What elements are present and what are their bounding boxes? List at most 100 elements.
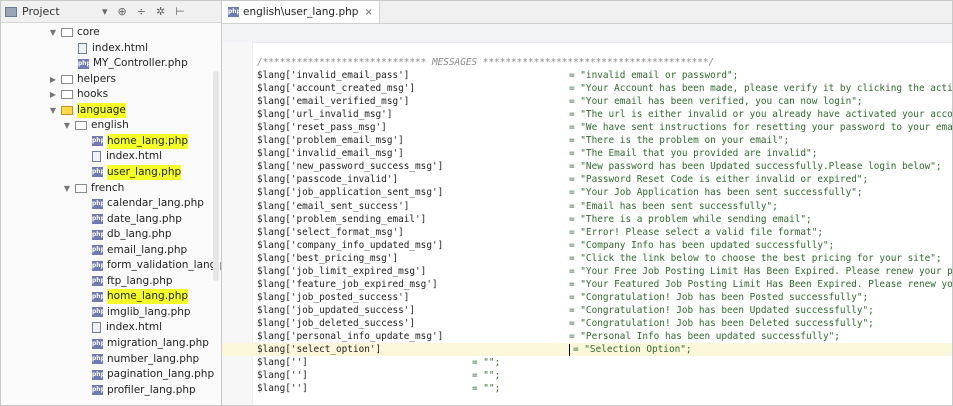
tree-item[interactable]: index.html xyxy=(92,320,162,335)
comment-line: /***************************** MESSAGES … xyxy=(257,57,715,68)
tree-item[interactable]: ▶ hooks xyxy=(48,87,108,102)
code-line[interactable]: $lang['new_password_success_msg'] = "New … xyxy=(257,160,952,173)
code-line[interactable]: $lang['email_sent_success'] = "Email has … xyxy=(257,200,952,213)
code-line[interactable]: $lang['company_info_updated_msg'] = "Comp… xyxy=(257,239,952,252)
lang-key: $lang['invalid_email_pass'] xyxy=(257,70,410,81)
code-line[interactable]: $lang[''] = ""; xyxy=(257,382,952,395)
chevron-down-icon[interactable]: ▼ xyxy=(62,118,72,133)
lang-key: $lang['problem_email_msg'] xyxy=(257,135,404,147)
project-title[interactable]: Project xyxy=(22,5,92,18)
tab-user-lang[interactable]: php english\user_lang.php × xyxy=(222,1,380,23)
sync-icon[interactable]: ⊕ xyxy=(118,5,127,18)
tree-item[interactable]: index.html xyxy=(92,149,162,164)
tree-item[interactable]: ▼ french xyxy=(62,181,124,196)
tree-item[interactable]: php ftp_lang.php xyxy=(92,274,173,289)
chevron-down-icon[interactable]: ▼ xyxy=(62,181,72,196)
code-line[interactable]: $lang['best_pricing_msg'] = "Click the li… xyxy=(257,252,952,265)
lang-value: = "Your Account has been made, please ve… xyxy=(569,83,953,95)
code-line[interactable]: $lang[''] = ""; xyxy=(257,356,952,369)
lang-key: $lang['passcode_invalid'] xyxy=(257,174,399,186)
code-line[interactable]: $lang['job_deleted_success'] = "Congratul… xyxy=(257,317,952,330)
tree-item[interactable]: php migration_lang.php xyxy=(92,336,209,351)
tree-item[interactable]: php user_lang.php xyxy=(92,164,182,180)
lang-key: $lang['select_format_msg'] xyxy=(257,226,404,238)
lang-key: $lang[''] xyxy=(257,370,308,382)
close-icon[interactable]: × xyxy=(364,7,372,18)
chevron-down-icon[interactable]: ▼ xyxy=(48,25,58,40)
project-scrollbar[interactable] xyxy=(213,71,219,281)
collapse-icon[interactable]: ÷ xyxy=(137,5,146,18)
php-file-icon: php xyxy=(92,245,105,256)
lang-key: $lang['email_verified_msg'] xyxy=(257,96,410,108)
code-line[interactable]: $lang['email_verified_msg'] = "Your email… xyxy=(257,95,952,108)
lang-value: = "Selection Option"; xyxy=(573,344,692,356)
code-line[interactable]: $lang['select_option'] = "Selection Optio… xyxy=(222,343,952,357)
code-line[interactable]: $lang['job_limit_expired_msg'] = "Your Fr… xyxy=(257,265,952,278)
lang-key: $lang['job_updated_success'] xyxy=(257,304,416,316)
lang-value: = "invalid email or password"; xyxy=(569,70,739,81)
chevron-right-icon[interactable]: ▶ xyxy=(48,72,58,87)
tree-item[interactable]: php home_lang.php xyxy=(92,133,189,149)
code-line[interactable]: $lang['url_invalid_msg'] = "The url is ei… xyxy=(257,108,952,121)
tree-item-label: ftp_lang.php xyxy=(107,274,173,287)
tree-item[interactable]: php number_lang.php xyxy=(92,352,199,367)
php-file-icon: php xyxy=(92,198,105,209)
tree-item[interactable]: php email_lang.php xyxy=(92,243,187,258)
lang-value: = ""; xyxy=(472,383,501,395)
code-line[interactable]: $lang['feature_job_expired_msg'] = "Your … xyxy=(257,278,952,291)
chevron-right-icon[interactable]: ▶ xyxy=(48,87,58,102)
code-line[interactable]: $lang['invalid_email_pass'] = "invalid em… xyxy=(257,69,952,82)
lang-value: = ""; xyxy=(472,357,501,369)
tree-item[interactable]: php db_lang.php xyxy=(92,227,172,242)
code-line[interactable]: $lang['account_created_msg'] = "Your Acco… xyxy=(257,82,953,95)
tree-item[interactable]: php MY_Controller.php xyxy=(78,56,188,71)
code-line[interactable]: $lang['problem_email_msg'] = "There is th… xyxy=(257,134,952,147)
lang-key: $lang['feature_job_expired_msg'] xyxy=(257,278,438,290)
tree-item[interactable]: ▼ language xyxy=(48,102,126,118)
tree-item-label: migration_lang.php xyxy=(107,337,209,349)
code-line[interactable]: $lang['invalid_email_msg'] = "The Email t… xyxy=(257,147,952,160)
lang-key: $lang[''] xyxy=(257,357,308,369)
lang-value: = "Click the link below to choose the be… xyxy=(569,252,942,264)
tree-item[interactable]: phpform_validation_lang.php xyxy=(92,258,221,273)
tree-item[interactable]: ▼ core xyxy=(48,25,100,40)
code-line[interactable]: $lang['personal_info_update_msg'] = "Pers… xyxy=(257,330,952,343)
code-line[interactable]: $lang['passcode_invalid'] = "Password Res… xyxy=(257,173,952,186)
lang-value: = "Error! Please select a valid file for… xyxy=(569,226,823,238)
lang-key: $lang['account_created_msg'] xyxy=(257,83,416,95)
code-line[interactable]: $lang['problem_sending_email'] = "There i… xyxy=(257,213,952,226)
tree-item[interactable]: index.html xyxy=(78,41,148,56)
settings-icon[interactable]: ✲ xyxy=(156,5,165,18)
tree-item[interactable]: ▶ helpers xyxy=(48,72,116,87)
lang-key: $lang['new_password_success_msg'] xyxy=(257,161,444,173)
code-line[interactable]: $lang['job_application_sent_msg'] = "Your… xyxy=(257,186,952,199)
code-line[interactable]: $lang[''] = ""; xyxy=(257,369,952,382)
chevron-down-icon[interactable]: ▼ xyxy=(48,103,58,118)
tree-item[interactable]: php profiler_lang.php xyxy=(92,383,196,398)
text-caret xyxy=(569,343,570,356)
php-file-icon: php xyxy=(92,307,105,318)
tree-item-label: db_lang.php xyxy=(107,228,172,241)
lang-key: $lang['url_invalid_msg'] xyxy=(257,109,393,121)
tab-label: english\user_lang.php xyxy=(243,6,359,18)
tree-item[interactable]: php home_lang.php xyxy=(92,289,189,305)
tree-item[interactable]: php pagination_lang.php xyxy=(92,367,214,382)
code-line[interactable]: $lang['job_updated_success'] = "Congratul… xyxy=(257,304,952,317)
tree-item[interactable]: php date_lang.php xyxy=(92,212,182,227)
lang-value: = "There is a problem while sending emai… xyxy=(569,213,812,225)
code-line[interactable]: $lang['reset_pass_msg'] = "We have sent i… xyxy=(257,121,952,134)
php-file-icon: php xyxy=(92,338,105,349)
folder-icon xyxy=(61,28,73,37)
code-line[interactable]: $lang['select_format_msg'] = "Error! Plea… xyxy=(257,226,952,239)
hide-icon[interactable]: ⊢ xyxy=(175,5,185,18)
lang-key: $lang['problem_sending_email'] xyxy=(257,213,427,225)
tree-item-label: MY_Controller.php xyxy=(93,57,188,70)
code-line[interactable]: $lang['job_posted_success'] = "Congratula… xyxy=(257,291,952,304)
lang-key: $lang[''] xyxy=(257,383,308,395)
php-file-icon: php xyxy=(228,7,241,17)
tree-item[interactable]: php calendar_lang.php xyxy=(92,196,204,211)
code-editor[interactable]: /***************************** MESSAGES … xyxy=(222,42,953,405)
tree-item[interactable]: ▼ english xyxy=(62,118,129,133)
chevron-down-icon[interactable]: ▾ xyxy=(102,5,108,18)
tree-item[interactable]: php imglib_lang.php xyxy=(92,305,191,320)
